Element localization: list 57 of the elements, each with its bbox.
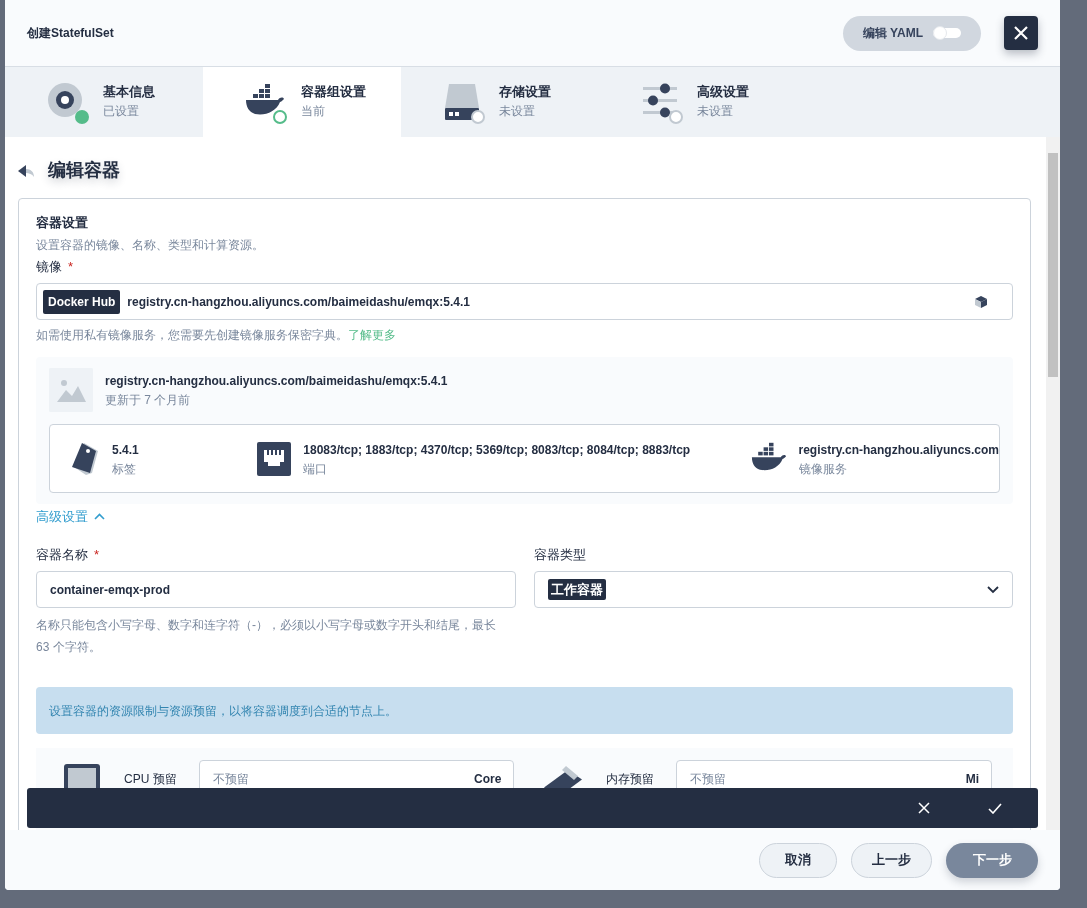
chevron-down-icon bbox=[987, 585, 999, 594]
step-status: 当前 bbox=[301, 103, 326, 120]
detail-value: 18083/tcp; 1883/tcp; 4370/tcp; 5369/tcp; 8083/tcp; 8084/tcp; 8883/tcp bbox=[303, 441, 691, 459]
required-mark: * bbox=[94, 546, 100, 562]
step-status: 未设置 bbox=[499, 103, 536, 120]
close-icon[interactable] bbox=[918, 802, 930, 814]
info-banner: 设置容器的资源限制与资源预留，以将容器调度到合适的节点上。 bbox=[36, 687, 1013, 734]
section-title: 编辑容器 bbox=[48, 159, 120, 182]
step-tab[interactable]: 存储设置 未设置 bbox=[401, 67, 599, 137]
scrollbar[interactable] bbox=[1046, 137, 1060, 830]
hint-text: 如需使用私有镜像服务，您需要先创建镜像服务保密字典。了解更多 bbox=[36, 327, 397, 344]
detail-label: 镜像服务 bbox=[798, 460, 848, 478]
card-title: 容器设置 bbox=[36, 214, 89, 232]
next-button[interactable]: 下一步 bbox=[946, 842, 1038, 878]
ethernet-port-icon bbox=[257, 441, 292, 476]
input-field[interactable]: container-emqx-prod bbox=[36, 571, 516, 608]
detail-label: 端口 bbox=[303, 460, 329, 478]
registry-tag: Docker Hub bbox=[43, 289, 121, 314]
back-icon[interactable] bbox=[18, 163, 36, 178]
step-title: 基本信息 bbox=[103, 83, 155, 101]
step-status: 已设置 bbox=[103, 103, 140, 120]
yaml-toggle[interactable]: 编辑 YAML bbox=[842, 15, 981, 51]
step-tab[interactable]: 基本信息 已设置 bbox=[5, 67, 203, 137]
image-name: registry.cn-hangzhou.aliyuncs.com/baimeidashu/emqx:5.4.1 bbox=[105, 373, 448, 390]
status-dot bbox=[75, 110, 89, 124]
status-dot bbox=[669, 110, 683, 124]
step-status: 未设置 bbox=[697, 103, 734, 120]
field-label: 镜像 bbox=[36, 258, 62, 274]
detail-value: 5.4.1 bbox=[112, 441, 139, 459]
field-label: 容器名称 bbox=[36, 546, 88, 562]
unit-label: Core bbox=[474, 770, 502, 788]
footer-button[interactable]: 上一步 bbox=[851, 842, 932, 878]
image-field[interactable]: Docker Hub registry.cn-hangzhou.aliyuncs.com/baimeidashu/emqx:5.4.1 bbox=[36, 283, 1013, 320]
step-tab[interactable]: 容器组设置 当前 bbox=[203, 67, 401, 137]
hint-text: 名称只能包含小写字母、数字和连字符（-），必须以小写字母或数字开头和结尾，最长 63 个字符。 bbox=[36, 617, 497, 656]
unit-label: Mi bbox=[965, 770, 979, 788]
status-dot bbox=[471, 110, 485, 124]
step-tab[interactable]: 高级设置 未设置 bbox=[599, 67, 797, 137]
field-label: CPU 预留 bbox=[124, 770, 177, 788]
check-icon[interactable] bbox=[988, 802, 1002, 814]
step-title: 高级设置 bbox=[697, 83, 749, 101]
update-time: 更新于 7 个月前 bbox=[105, 392, 192, 409]
detail-label: 标签 bbox=[112, 460, 137, 478]
card-description: 设置容器的镜像、名称、类型和计算资源。 bbox=[36, 236, 265, 254]
dialog-title: 创建StatefulSet bbox=[27, 25, 114, 42]
status-dot bbox=[273, 110, 287, 124]
close-icon bbox=[1013, 25, 1029, 41]
close-button[interactable] bbox=[1004, 16, 1038, 50]
select-field[interactable]: 工作容器 bbox=[533, 571, 1013, 608]
detail-value: registry.cn-hangzhou.aliyuncs.com bbox=[798, 441, 999, 459]
step-title: 容器组设置 bbox=[301, 83, 366, 101]
step-title: 存储设置 bbox=[499, 83, 551, 101]
footer-button[interactable]: 取消 bbox=[759, 842, 837, 878]
field-label: 容器类型 bbox=[533, 545, 587, 564]
cube-icon[interactable] bbox=[974, 294, 988, 309]
field-label: 内存预留 bbox=[606, 770, 655, 788]
required-mark: * bbox=[68, 258, 74, 274]
